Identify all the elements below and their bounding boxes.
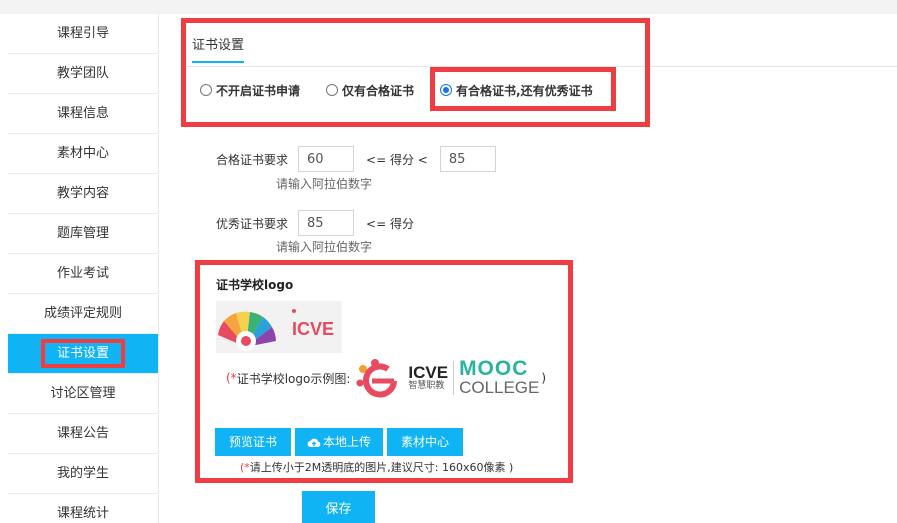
excellent-hint: 请输入阿拉伯数字: [276, 240, 373, 254]
sidebar-item-question-bank[interactable]: 题库管理: [8, 214, 158, 254]
certificate-mode-group: 不开启证书申请 仅有合格证书 有合格证书,还有优秀证书: [200, 80, 619, 100]
cloud-upload-icon: [307, 438, 321, 447]
sidebar-item-label: 成绩评定规则: [43, 306, 122, 321]
logo-button-row: 预览证书 本地上传 素材中心: [215, 428, 467, 456]
sidebar-item-label: 素材中心: [56, 146, 109, 161]
preview-certificate-button[interactable]: 预览证书: [215, 428, 292, 456]
sidebar: 课程引导 教学团队 课程信息 素材中心 教学内容 题库管理 作业考试 成绩评定规…: [8, 14, 159, 523]
example-icve-text: ICVE: [408, 363, 449, 382]
preview-certificate-label: 预览证书: [229, 435, 278, 449]
radio-circle: [200, 84, 212, 96]
example-college-text: COLLEGE: [459, 378, 540, 397]
excellent-requirement-label: 优秀证书要求: [216, 216, 289, 231]
sidebar-item-teaching-content[interactable]: 教学内容: [8, 174, 158, 214]
example-logo-e-icon: [356, 359, 398, 398]
sidebar-item-label: 课程引导: [56, 26, 109, 41]
excellent-operator-text: <= 得分: [366, 216, 414, 231]
upload-note: (*请上传小于2M透明底的图片,建议尺寸: 160x60像素 ): [240, 459, 513, 475]
school-logo-icon: ICVE: [218, 309, 334, 351]
preview-logo-text: ICVE: [292, 319, 334, 339]
upload-note-star: (*: [240, 461, 250, 474]
sidebar-item-label: 课程统计: [56, 506, 109, 521]
local-upload-label: 本地上传: [323, 435, 372, 449]
example-icve-sub: 智慧职教: [408, 381, 445, 391]
material-center-button[interactable]: 素材中心: [387, 428, 464, 456]
radio-label: 不开启证书申请: [216, 83, 301, 98]
sidebar-item-label: 课程信息: [56, 106, 109, 121]
logo-section-title: 证书学校logo: [216, 278, 294, 292]
sidebar-item-teaching-team[interactable]: 教学团队: [8, 54, 158, 94]
radio-circle-selected: [440, 84, 453, 96]
top-band: [0, 0, 897, 14]
pass-max-input[interactable]: 85: [439, 146, 496, 172]
pass-min-input[interactable]: 60: [298, 146, 355, 172]
save-button[interactable]: 保存: [302, 491, 375, 523]
sidebar-item-course-guide[interactable]: 课程引导: [8, 14, 158, 54]
example-end: ): [541, 371, 547, 385]
sidebar-item-homework-exam[interactable]: 作业考试: [8, 254, 158, 294]
logo-example-row: (* 证书学校logo示例图: ICVE 智慧职教 MOOC COLLEGE ): [226, 356, 546, 400]
radio-label: 有合格证书,还有优秀证书: [456, 83, 593, 98]
save-label: 保存: [325, 501, 352, 517]
material-center-label: 素材中心: [401, 435, 450, 449]
excellent-min-input[interactable]: 85: [298, 210, 355, 236]
sidebar-item-label: 作业考试: [56, 266, 109, 281]
local-upload-button[interactable]: 本地上传: [295, 428, 384, 456]
radio-circle: [326, 84, 339, 96]
radio-no-certificate[interactable]: 不开启证书申请: [200, 82, 300, 99]
upload-note-text: 请上传小于2M透明底的图片,建议尺寸: 160x60像素 ): [249, 461, 514, 474]
sidebar-item-discussion-management[interactable]: 讨论区管理: [8, 374, 158, 414]
example-star: (*: [226, 371, 237, 385]
example-mooc-logo: MOOC COLLEGE: [459, 357, 540, 397]
sidebar-item-grading-rules[interactable]: 成绩评定规则: [8, 294, 158, 334]
sidebar-item-label: 教学内容: [56, 186, 109, 201]
sidebar-item-certificate-settings[interactable]: 证书设置: [8, 334, 158, 374]
excellent-requirement-row: 优秀证书要求 85 <= 得分: [216, 210, 414, 236]
logo-preview-image: ICVE: [216, 301, 342, 353]
radio-label: 仅有合格证书: [342, 83, 415, 98]
sidebar-item-label: 题库管理: [56, 226, 109, 241]
pass-hint: 请输入阿拉伯数字: [276, 177, 373, 191]
sidebar-item-my-students[interactable]: 我的学生: [8, 454, 158, 494]
sidebar-item-course-info[interactable]: 课程信息: [8, 94, 158, 134]
sidebar-item-label: 证书设置: [40, 339, 126, 368]
sidebar-item-course-announcement[interactable]: 课程公告: [8, 414, 158, 454]
example-mooc-text: MOOC: [459, 357, 529, 380]
example-label: 证书学校logo示例图:: [236, 371, 351, 386]
sidebar-item-material-center[interactable]: 素材中心: [8, 134, 158, 174]
sidebar-item-label: 教学团队: [56, 66, 109, 81]
pass-requirement-row: 合格证书要求 60 <= 得分 < 85: [216, 146, 496, 172]
sidebar-item-label: 课程公告: [56, 426, 109, 441]
pass-operator-text: <= 得分 <: [366, 152, 428, 167]
radio-pass-only[interactable]: 仅有合格证书: [326, 82, 414, 99]
sidebar-item-label: 我的学生: [56, 466, 109, 481]
pass-requirement-label: 合格证书要求: [216, 152, 289, 167]
example-divider: [453, 361, 455, 395]
sidebar-item-label: 讨论区管理: [50, 386, 116, 401]
radio-pass-and-excellent[interactable]: 有合格证书,还有优秀证书: [440, 82, 593, 99]
sidebar-item-course-statistics[interactable]: 课程统计: [8, 494, 158, 523]
example-icve-logo: ICVE 智慧职教: [408, 364, 448, 392]
